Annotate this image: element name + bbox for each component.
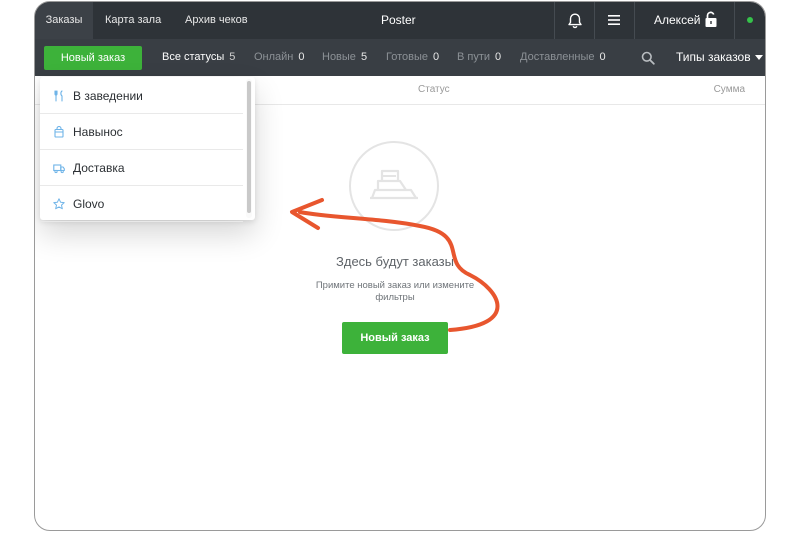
status-label: Новые: [322, 51, 356, 63]
menu-item-glovo[interactable]: Glovo: [40, 186, 243, 222]
tab-receipts-archive[interactable]: Архив чеков: [185, 2, 248, 39]
status-filter-ready[interactable]: Готовые 0: [386, 39, 439, 76]
chevron-down-icon: [754, 55, 763, 61]
order-types-label: Типы заказов: [676, 50, 751, 64]
user-name[interactable]: Алексей: [654, 2, 700, 39]
empty-state-title: Здесь будут заказы: [336, 254, 454, 269]
divider: [594, 2, 595, 39]
menu-scrollbar-thumb[interactable]: [247, 81, 251, 213]
divider: [634, 2, 635, 39]
takeaway-icon: [54, 126, 64, 138]
app-title: Poster: [381, 13, 416, 27]
status-count: 0: [298, 51, 305, 63]
status-filter-all[interactable]: Все статусы 5: [162, 39, 235, 76]
status-filter-bar: Новый заказ Все статусы 5 Онлайн 0 Новые 5 …: [35, 39, 765, 76]
status-count: 5: [229, 51, 236, 63]
menu-item-delivery[interactable]: Доставка: [40, 150, 243, 186]
menu-item-label: Навынос: [73, 125, 123, 139]
order-types-dropdown[interactable]: Типы заказов: [676, 39, 763, 76]
lock-open-icon[interactable]: [704, 11, 718, 28]
status-filter-online[interactable]: Онлайн 0: [254, 39, 305, 76]
app-window: Заказы Карта зала Архив чеков Poster Але…: [34, 1, 766, 531]
status-count: 5: [360, 51, 368, 63]
online-status-dot: [747, 17, 753, 23]
delivery-icon: [53, 164, 65, 174]
tab-hall-map[interactable]: Карта зала: [105, 2, 161, 39]
bell-icon[interactable]: [565, 11, 585, 31]
divider: [734, 2, 735, 39]
search-icon[interactable]: [641, 51, 655, 65]
status-label: Готовые: [386, 51, 428, 63]
new-order-button-main[interactable]: Новый заказ: [342, 322, 448, 354]
menu-item-label: В заведении: [73, 89, 143, 103]
status-count: 0: [599, 51, 606, 63]
empty-state-hint: Примите новый заказ или измените фильтры: [315, 280, 475, 303]
star-icon: [53, 198, 65, 210]
empty-orders-icon: [349, 141, 439, 231]
column-status: Статус: [418, 84, 450, 95]
column-sum: Сумма: [713, 84, 745, 95]
order-types-menu: В заведении Навынос Доставка Glovo: [40, 77, 255, 222]
status-count: 0: [495, 51, 502, 63]
status-label: Доставленные: [520, 51, 595, 63]
dine-in-icon: [54, 90, 63, 102]
menu-item-label: Доставка: [73, 161, 125, 175]
status-label: В пути: [457, 51, 491, 63]
status-filter-new[interactable]: Новые 5: [322, 39, 367, 76]
menu-item-takeaway[interactable]: Навынос: [40, 114, 243, 150]
status-count: 0: [433, 51, 440, 63]
tab-orders[interactable]: Заказы: [35, 2, 93, 39]
menu-icon[interactable]: [607, 13, 621, 27]
divider: [554, 2, 555, 39]
status-filter-on-the-way[interactable]: В пути 0: [457, 39, 501, 76]
top-bar: Заказы Карта зала Архив чеков Poster Але…: [35, 2, 765, 39]
menu-item-label: Glovo: [73, 197, 105, 211]
status-label: Онлайн: [254, 51, 294, 63]
status-label: Все статусы: [162, 51, 225, 63]
menu-item-dine-in[interactable]: В заведении: [40, 78, 243, 114]
status-filter-delivered[interactable]: Доставленные 0: [520, 39, 606, 76]
new-order-button[interactable]: Новый заказ: [44, 46, 142, 70]
